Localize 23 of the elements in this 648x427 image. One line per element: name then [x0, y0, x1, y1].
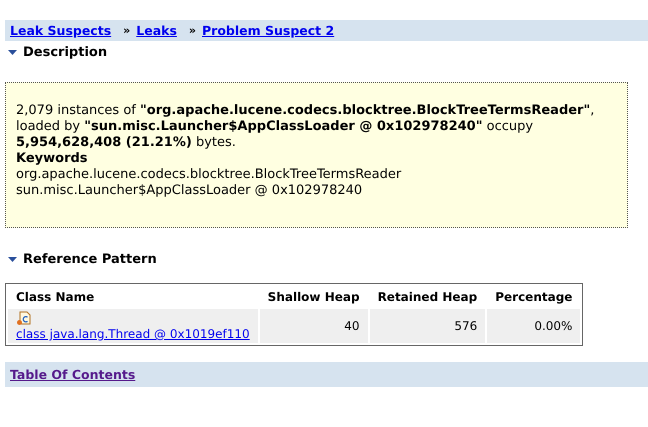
- object-link[interactable]: class java.lang.Thread @ 0x1019ef110: [16, 327, 250, 341]
- section-title: Description: [23, 45, 108, 60]
- table-cell: 0.00%: [487, 309, 580, 343]
- table-of-contents-link[interactable]: Table Of Contents: [10, 367, 136, 382]
- column-header: Class Name: [15, 289, 96, 306]
- collapse-triangle-icon[interactable]: [8, 49, 17, 56]
- collapse-triangle-icon[interactable]: [8, 256, 17, 263]
- breadcrumb-link[interactable]: Problem Suspect 2: [202, 23, 334, 38]
- keywords-title: Keywords: [16, 151, 89, 167]
- breadcrumb-link[interactable]: Leaks: [136, 23, 177, 38]
- description-text: 2,079 instances of "org.apache.lucene.codecs.blocktree.BlockTreeTermsReader", loaded by "sun.misc.Launcher$AppClassLoader @ 0x102978240" occupy 5,954,628,408 (21.21%) bytes.: [16, 103, 596, 151]
- table-cell: 40: [260, 309, 368, 343]
- column-header: Retained Heap: [376, 289, 478, 306]
- class-file-icon: [16, 311, 31, 326]
- keyword-text: org.apache.lucene.codecs.blocktree.BlockTreeTermsReader: [16, 167, 402, 183]
- column-header: Percentage: [494, 289, 574, 306]
- breadcrumb-link[interactable]: Leak Suspects: [10, 23, 112, 38]
- table-cell: 576: [370, 309, 486, 343]
- breadcrumb-separator: »: [188, 24, 196, 37]
- section-title: Reference Pattern: [23, 252, 157, 267]
- keyword-text: sun.misc.Launcher$AppClassLoader @ 0x102978240: [16, 183, 364, 199]
- column-header: Shallow Heap: [266, 289, 361, 306]
- breadcrumb-separator: »: [123, 24, 130, 37]
